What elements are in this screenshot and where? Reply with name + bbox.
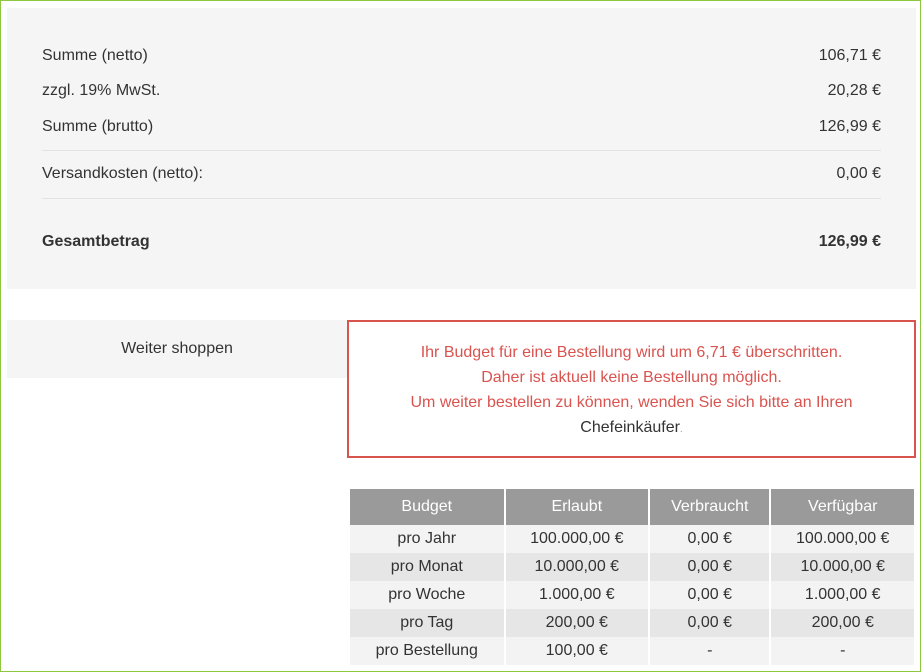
table-cell: pro Tag xyxy=(350,609,504,637)
table-row: pro Monat 10.000,00 € 0,00 € 10.000,00 € xyxy=(350,553,914,581)
alert-line: Ihr Budget für eine Bestellung wird um 6… xyxy=(420,344,843,361)
table-cell: 200,00 € xyxy=(505,609,649,637)
chief-buyer-link[interactable]: Chefeinkäufer xyxy=(580,419,680,436)
table-cell: 0,00 € xyxy=(650,581,770,609)
summary-net-value: 106,71 € xyxy=(818,47,881,64)
table-cell: 100.000,00 € xyxy=(505,525,649,553)
summary-divider xyxy=(42,198,881,199)
summary-row-gross: Summe (brutto) 126,99 € xyxy=(42,115,881,139)
budget-exceeded-alert: Ihr Budget für eine Bestellung wird um 6… xyxy=(347,320,916,458)
alert-contact-line: Chefeinkäufer. xyxy=(349,415,914,442)
table-cell: 0,00 € xyxy=(650,609,770,637)
summary-total-value: 126,99 € xyxy=(818,233,881,250)
budget-table-header: Budget Erlaubt Verbraucht Verfügbar xyxy=(350,489,914,525)
order-summary: Summe (netto) 106,71 € zzgl. 19% MwSt. 2… xyxy=(7,8,916,289)
table-row: pro Bestellung 100,00 € - - xyxy=(350,637,914,665)
column-header-allowed: Erlaubt xyxy=(505,489,649,525)
summary-gross-label: Summe (brutto) xyxy=(42,118,154,135)
table-cell: 200,00 € xyxy=(771,609,914,637)
table-cell: 1.000,00 € xyxy=(505,581,649,609)
summary-vat-label: zzgl. 19% MwSt. xyxy=(42,82,161,99)
table-cell: pro Jahr xyxy=(350,525,504,553)
summary-net-label: Summe (netto) xyxy=(42,47,148,64)
summary-divider xyxy=(42,150,881,151)
column-header-available: Verfügbar xyxy=(771,489,914,525)
summary-shipping-label: Versandkosten (netto): xyxy=(42,165,203,182)
alert-line: Daher ist aktuell keine Bestellung mögli… xyxy=(481,369,782,386)
budget-table: Budget Erlaubt Verbraucht Verfügbar pro … xyxy=(348,489,916,665)
summary-vat-value: 20,28 € xyxy=(827,82,881,99)
summary-gross-value: 126,99 € xyxy=(818,118,881,135)
continue-shopping-button[interactable]: Weiter shoppen xyxy=(7,320,347,378)
table-cell: pro Bestellung xyxy=(350,637,504,665)
summary-row-vat: zzgl. 19% MwSt. 20,28 € xyxy=(42,79,881,103)
table-cell: pro Monat xyxy=(350,553,504,581)
table-cell: 1.000,00 € xyxy=(771,581,914,609)
column-header-used: Verbraucht xyxy=(650,489,770,525)
table-cell: pro Woche xyxy=(350,581,504,609)
column-header-budget: Budget xyxy=(350,489,504,525)
table-cell: 10.000,00 € xyxy=(771,553,914,581)
summary-shipping-value: 0,00 € xyxy=(836,165,881,182)
table-cell: 100,00 € xyxy=(505,637,649,665)
summary-total-label: Gesamtbetrag xyxy=(42,233,150,250)
table-cell: 0,00 € xyxy=(650,525,770,553)
table-row: pro Tag 200,00 € 0,00 € 200,00 € xyxy=(350,609,914,637)
table-cell: - xyxy=(771,637,914,665)
table-row: pro Woche 1.000,00 € 0,00 € 1.000,00 € xyxy=(350,581,914,609)
table-cell: 10.000,00 € xyxy=(505,553,649,581)
summary-row-net: Summe (netto) 106,71 € xyxy=(42,44,881,68)
summary-row-shipping: Versandkosten (netto): 0,00 € xyxy=(42,162,881,186)
table-cell: 100.000,00 € xyxy=(771,525,914,553)
table-cell: 0,00 € xyxy=(650,553,770,581)
alert-period: . xyxy=(679,424,683,435)
alert-line: Um weiter bestellen zu können, wenden Si… xyxy=(410,394,853,411)
summary-row-total: Gesamtbetrag 126,99 € xyxy=(42,230,881,254)
table-row: pro Jahr 100.000,00 € 0,00 € 100.000,00 … xyxy=(350,525,914,553)
table-cell: - xyxy=(650,637,770,665)
